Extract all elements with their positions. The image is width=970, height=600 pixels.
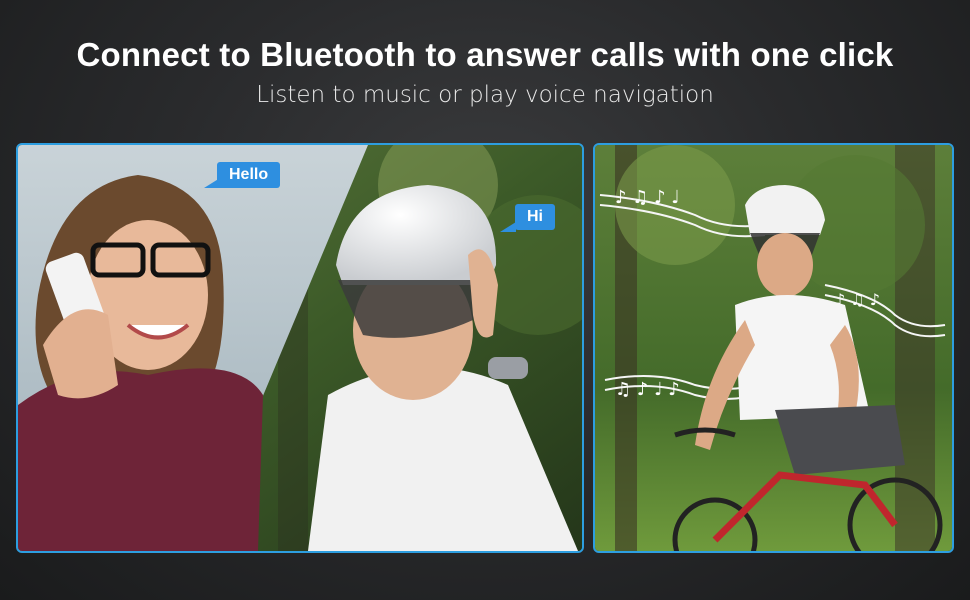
cyclist-music-photo: ♪ ♫ ♪ ♩ ♪ ♫ ♪ ♫ ♪ ♩ ♪ — [593, 143, 954, 553]
phone-call-illustration — [18, 145, 582, 551]
cyclist-illustration: ♪ ♫ ♪ ♩ ♪ ♫ ♪ ♫ ♪ ♩ ♪ — [595, 145, 952, 551]
page-title: Connect to Bluetooth to answer calls wit… — [76, 36, 894, 73]
hello-speech-bubble: Hello — [217, 162, 281, 188]
svg-text:♪ ♫ ♪ ♩: ♪ ♫ ♪ ♩ — [615, 187, 680, 208]
hi-speech-bubble: Hi — [515, 204, 555, 230]
phone-call-photo — [16, 143, 584, 553]
page-subtitle: Listen to music or play voice navigation — [256, 82, 714, 108]
hi-bubble-tail — [500, 222, 516, 232]
svg-text:♫ ♪ ♩ ♪: ♫ ♪ ♩ ♪ — [615, 379, 680, 400]
